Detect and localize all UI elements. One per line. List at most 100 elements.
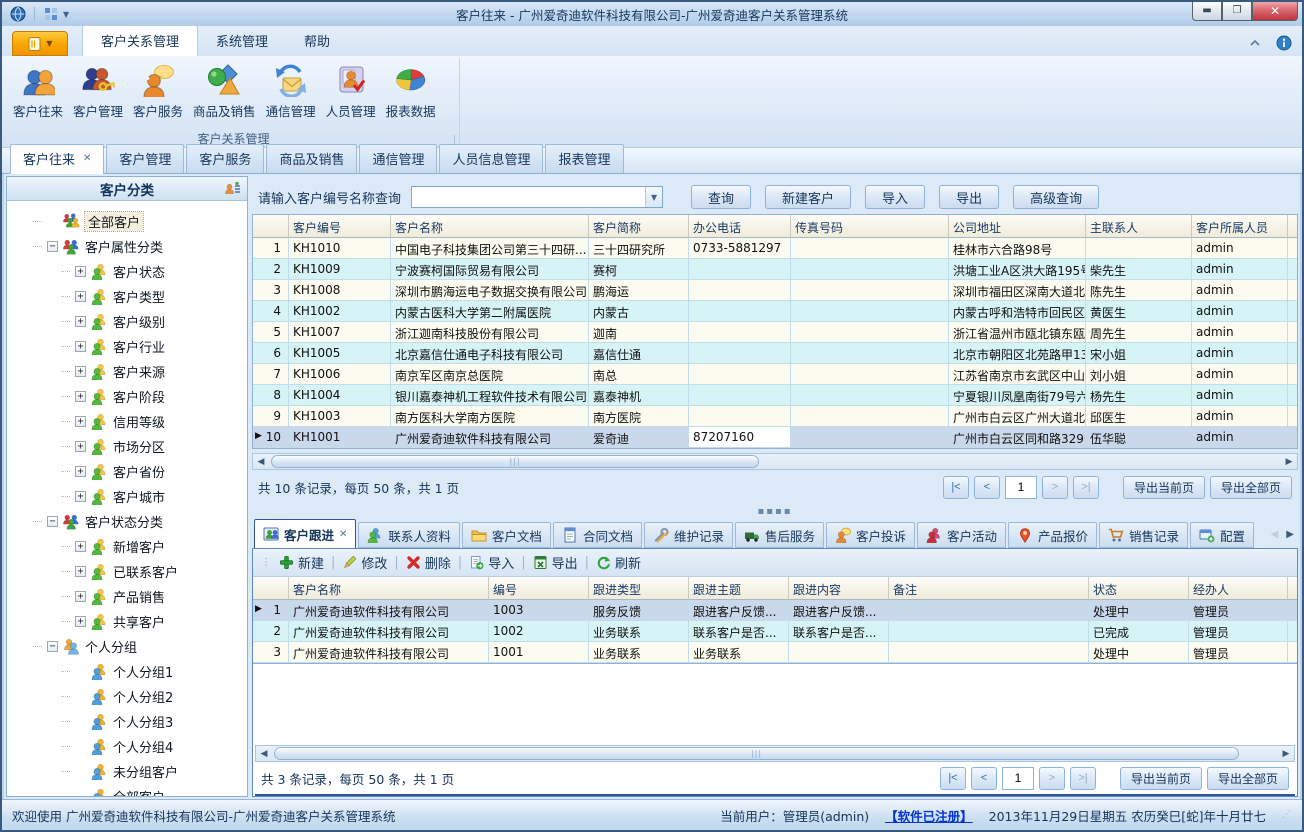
scrollbar-thumb[interactable]: ||| bbox=[274, 747, 1239, 760]
follow-up-export-current-button[interactable]: 导出当前页 bbox=[1120, 767, 1202, 790]
toolbar-refresh-button[interactable]: 刷新 bbox=[596, 553, 641, 572]
detail-tab-config[interactable]: 配置 bbox=[1190, 522, 1254, 548]
ribbon-button-communication[interactable]: 通信管理 bbox=[261, 61, 321, 122]
ribbon-tab[interactable]: 系统管理 bbox=[198, 26, 286, 56]
follow-up-page-input[interactable] bbox=[1002, 767, 1034, 790]
ribbon-tab[interactable]: 客户关系管理 bbox=[82, 25, 198, 56]
table-row[interactable]: 3KH1008深圳市鹏海运电子数据交换有限公司鹏海运深圳市福田区深南大道北竹子林… bbox=[253, 280, 1297, 301]
customer-page-input[interactable] bbox=[1005, 476, 1037, 499]
maximize-button[interactable]: ❐ bbox=[1222, 2, 1252, 21]
tree-item[interactable]: + 已联系客户 bbox=[33, 559, 247, 584]
tree-expander[interactable]: + bbox=[75, 491, 86, 502]
toolbar-export-button[interactable]: 导出 bbox=[533, 553, 578, 572]
tree-expander[interactable]: + bbox=[75, 366, 86, 377]
customer-search-combobox[interactable]: ▼ bbox=[411, 186, 663, 208]
tree-item[interactable]: + 客户级别 bbox=[33, 309, 247, 334]
tree-expander[interactable]: + bbox=[75, 291, 86, 302]
customer-table-hscrollbar[interactable]: ◀ ||| ▶ bbox=[252, 453, 1298, 470]
customer-export-all-button[interactable]: 导出全部页 bbox=[1210, 476, 1292, 499]
query-button[interactable]: 导出 bbox=[939, 185, 999, 209]
table-row[interactable]: 9KH1003南方医科大学南方医院南方医院广州市白云区广州大道北1838号...… bbox=[253, 406, 1297, 427]
tree-item[interactable]: 全部客户 bbox=[33, 784, 247, 796]
follow-up-first-page-button[interactable]: |< bbox=[940, 767, 966, 790]
doc-tab[interactable]: 客户服务 bbox=[186, 144, 264, 173]
detail-tab-after-sales[interactable]: 售后服务 bbox=[735, 522, 824, 548]
close-tab-icon[interactable]: ✕ bbox=[83, 153, 91, 164]
column-header[interactable]: 客户编号 bbox=[289, 215, 391, 238]
query-button[interactable]: 导入 bbox=[865, 185, 925, 209]
info-icon[interactable] bbox=[1276, 35, 1292, 51]
tree-item[interactable]: 个人分组4 bbox=[33, 734, 247, 759]
toolbar-import-button[interactable]: 导入 bbox=[469, 553, 514, 572]
tab-scroll-right-icon[interactable]: ▶ bbox=[1286, 529, 1294, 540]
detail-tab-activities[interactable]: 客户活动 bbox=[917, 522, 1006, 548]
column-header[interactable]: 客户名称 bbox=[289, 577, 489, 600]
table-row[interactable]: 6KH1005北京嘉信仕通电子科技有限公司嘉信仕通北京市朝阳区北苑路甲13号院北… bbox=[253, 343, 1297, 364]
tree-item[interactable]: + 共享客户 bbox=[33, 609, 247, 634]
detail-tab-quotation[interactable]: 产品报价 bbox=[1008, 522, 1097, 548]
ribbon-button-report-data[interactable]: 报表数据 bbox=[381, 61, 441, 122]
person-list-icon[interactable] bbox=[225, 181, 241, 197]
toolbar-new-button[interactable]: 新建 bbox=[279, 553, 324, 572]
detail-tab-customer-docs[interactable]: 客户文档 bbox=[462, 522, 551, 548]
tree-expander[interactable]: + bbox=[75, 466, 86, 477]
doc-tab[interactable]: 通信管理 bbox=[359, 144, 437, 173]
detail-tab-complaints[interactable]: 客户投诉 bbox=[826, 522, 915, 548]
tree-expander[interactable]: + bbox=[75, 616, 86, 627]
scrollbar-thumb[interactable]: ||| bbox=[271, 455, 759, 468]
column-header[interactable]: 办公电话 bbox=[689, 215, 791, 238]
query-button[interactable]: 查询 bbox=[691, 185, 751, 209]
quick-access-caret-icon[interactable]: ▼ bbox=[63, 10, 69, 19]
tree-item[interactable]: + 新增客户 bbox=[33, 534, 247, 559]
column-header[interactable]: 跟进主题 bbox=[689, 577, 789, 600]
tree-expander[interactable]: + bbox=[75, 541, 86, 552]
detail-tab-sales-records[interactable]: 销售记录 bbox=[1099, 522, 1188, 548]
tree-item[interactable]: + 客户省份 bbox=[33, 459, 247, 484]
tree-expander[interactable]: − bbox=[47, 516, 58, 527]
resize-grip-icon[interactable]: ⋰ bbox=[1282, 810, 1292, 820]
tree-expander[interactable]: + bbox=[75, 441, 86, 452]
scroll-left-icon[interactable]: ◀ bbox=[253, 457, 269, 467]
tree-item[interactable]: 个人分组2 bbox=[33, 684, 247, 709]
follow-up-prev-page-button[interactable]: < bbox=[971, 767, 997, 790]
doc-tab[interactable]: 商品及销售 bbox=[266, 144, 357, 173]
table-row[interactable]: 7KH1006南京军区南京总医院南总江苏省南京市玄武区中山东路305号刘小姐ad… bbox=[253, 364, 1297, 385]
tree-expander[interactable]: + bbox=[75, 341, 86, 352]
registered-link[interactable]: 【软件已注册】 bbox=[885, 806, 973, 825]
tree-expander[interactable]: + bbox=[75, 316, 86, 327]
toolbar-edit-button[interactable]: 修改 bbox=[342, 553, 387, 572]
column-header[interactable]: 客户简称 bbox=[589, 215, 689, 238]
collapse-ribbon-icon[interactable] bbox=[1248, 36, 1262, 50]
tree-item[interactable]: + 市场分区 bbox=[33, 434, 247, 459]
tree-item[interactable]: 个人分组1 bbox=[33, 659, 247, 684]
quick-access-layout-icon[interactable] bbox=[43, 6, 59, 22]
ribbon-button-products-sales[interactable]: 商品及销售 bbox=[188, 61, 261, 122]
application-menu-button[interactable]: ▼ bbox=[12, 31, 68, 56]
ribbon-button-customer-manage[interactable]: 客户管理 bbox=[68, 61, 128, 122]
tree-item[interactable]: − 客户属性分类 bbox=[33, 234, 247, 259]
column-header[interactable]: 主联系人 bbox=[1086, 215, 1192, 238]
combo-dropdown-icon[interactable]: ▼ bbox=[645, 187, 662, 207]
table-row[interactable]: 4KH1002内蒙古医科大学第二附属医院内蒙古内蒙古呼和浩特市回民区内蒙古医..… bbox=[253, 301, 1297, 322]
column-header[interactable]: 客户所属人员 bbox=[1192, 215, 1288, 238]
column-header[interactable]: 公司地址 bbox=[949, 215, 1086, 238]
splitter-handle[interactable]: ▪▪▪▪ bbox=[252, 504, 1298, 518]
tree-item[interactable]: 全部客户 bbox=[33, 209, 247, 234]
column-header[interactable]: 客户名称 bbox=[391, 215, 589, 238]
doc-tab[interactable]: 客户往来 ✕ bbox=[10, 144, 104, 174]
customer-prev-page-button[interactable]: < bbox=[974, 476, 1000, 499]
query-button[interactable]: 高级查询 bbox=[1013, 185, 1099, 209]
tree-item[interactable]: + 客户城市 bbox=[33, 484, 247, 509]
column-header[interactable]: 经办人 bbox=[1189, 577, 1288, 600]
tree-item[interactable]: + 客户类型 bbox=[33, 284, 247, 309]
customer-search-input[interactable] bbox=[412, 187, 645, 207]
doc-tab[interactable]: 人员信息管理 bbox=[439, 144, 543, 173]
ribbon-button-customer-contacts[interactable]: 客户往来 bbox=[8, 61, 68, 122]
follow-up-next-page-button[interactable]: > bbox=[1039, 767, 1065, 790]
minimize-button[interactable]: ▬ bbox=[1192, 2, 1222, 21]
tree-expander[interactable]: + bbox=[75, 566, 86, 577]
ribbon-button-personnel[interactable]: 人员管理 bbox=[321, 61, 381, 122]
tree-item[interactable]: − 客户状态分类 bbox=[33, 509, 247, 534]
tree-item[interactable]: − 个人分组 bbox=[33, 634, 247, 659]
tree-expander[interactable]: + bbox=[75, 416, 86, 427]
